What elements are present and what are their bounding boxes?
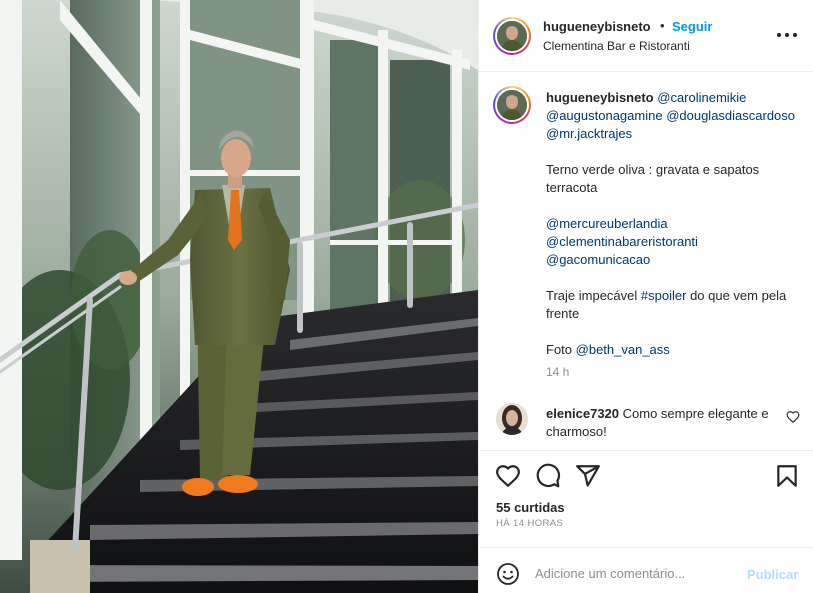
author-username[interactable]: hugueneybisneto (543, 19, 651, 34)
caption-mention[interactable]: @carolinemikie (657, 90, 746, 105)
separator-dot: • (660, 18, 665, 33)
caption-hashtag[interactable]: #spoiler (641, 288, 687, 303)
publish-button[interactable]: Publicar (747, 567, 798, 582)
avatar-photo (497, 21, 527, 51)
photo-credit-label: Foto (546, 342, 573, 357)
caption-author-avatar[interactable] (493, 86, 531, 124)
emoji-icon[interactable] (496, 562, 520, 586)
post-actions: 55 curtidas HÁ 14 HORAS (479, 450, 813, 546)
bookmark-icon[interactable] (774, 463, 800, 489)
caption-mention[interactable]: @augustonagamine (546, 108, 663, 123)
comment-heart-icon[interactable] (786, 410, 800, 424)
photo-credit-mention[interactable]: @beth_van_ass (576, 342, 670, 357)
post-time-ago[interactable]: HÁ 14 HORAS (496, 518, 563, 529)
post-photo[interactable] (0, 0, 478, 593)
comment-input[interactable] (535, 560, 735, 586)
more-horizontal-icon[interactable] (775, 25, 799, 45)
author-avatar[interactable] (493, 17, 531, 55)
caption-mention[interactable]: @douglasdiascardoso (666, 108, 795, 123)
commenter-avatar[interactable] (496, 403, 528, 435)
caption-paragraph: Traje impecável (546, 288, 638, 303)
caption-time[interactable]: 14 h (546, 365, 569, 379)
comment-icon[interactable] (535, 463, 561, 489)
avatar-photo (497, 90, 527, 120)
post-header: hugueneybisneto • Seguir Clementina Bar … (479, 0, 813, 72)
caption-paragraph: Terno verde oliva : gravata e sapatos te… (546, 162, 760, 195)
caption-mention[interactable]: @mercureuberlandia (546, 216, 668, 231)
caption-mention[interactable]: @gacomunicacao (546, 252, 650, 267)
share-icon[interactable] (575, 463, 601, 489)
follow-button[interactable]: Seguir (672, 19, 712, 34)
comment-text: elenice7320 Como sempre elegante e charm… (546, 405, 778, 441)
post-sidebar: hugueneybisneto • Seguir Clementina Bar … (478, 0, 813, 593)
caption-text: hugueneybisneto @carolinemikie @auguston… (546, 89, 801, 359)
add-comment-bar: Publicar (479, 547, 813, 593)
likes-count[interactable]: 55 curtidas (496, 500, 565, 515)
commenter-username[interactable]: elenice7320 (546, 406, 619, 421)
comment-item: elenice7320 Como sempre elegante e charm… (479, 392, 813, 450)
post-location[interactable]: Clementina Bar e Ristoranti (543, 39, 690, 53)
heart-icon[interactable] (495, 463, 521, 489)
caption-username[interactable]: hugueneybisneto (546, 90, 654, 105)
avatar-photo (496, 403, 528, 435)
post-image (0, 0, 478, 593)
post-caption: hugueneybisneto @carolinemikie @auguston… (479, 72, 813, 379)
caption-mention[interactable]: @clementinabareristoranti (546, 234, 698, 249)
caption-mention[interactable]: @mr.jacktrajes (546, 126, 632, 141)
